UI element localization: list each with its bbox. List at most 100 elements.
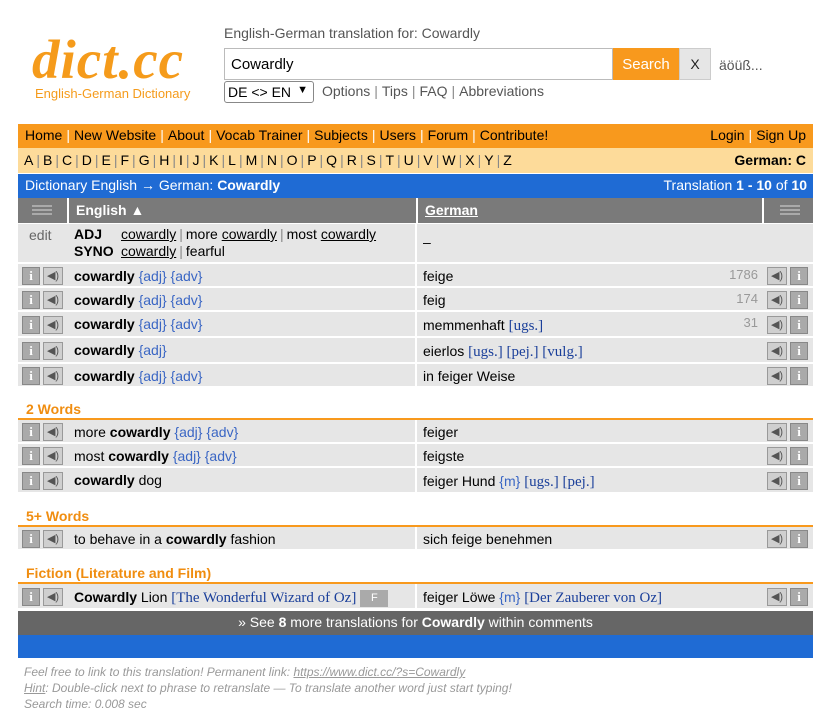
speaker-icon[interactable]: ◀) [43,316,63,334]
hint-link[interactable]: Hint [24,681,45,695]
options-link[interactable]: Options [322,83,370,99]
search-button[interactable]: Search [613,48,679,80]
speaker-icon[interactable]: ◀) [767,316,787,334]
speaker-icon[interactable]: ◀) [43,423,63,441]
info-icon[interactable]: i [790,588,808,606]
letter-link-x[interactable]: X [465,152,474,168]
letter-link-c[interactable]: C [62,152,72,168]
speaker-icon[interactable]: ◀) [767,472,787,490]
info-icon[interactable]: i [22,588,40,606]
info-icon[interactable]: i [22,267,40,285]
speaker-icon[interactable]: ◀) [43,447,63,465]
letter-link-p[interactable]: P [307,152,316,168]
letter-link-y[interactable]: Y [484,152,493,168]
adj-more-word[interactable]: cowardly [222,226,277,242]
adj-most-word[interactable]: cowardly [321,226,376,242]
speaker-icon[interactable]: ◀) [767,267,787,285]
letter-link-a[interactable]: A [24,152,33,168]
abbreviations-link[interactable]: Abbreviations [459,83,544,99]
tips-link[interactable]: Tips [382,83,408,99]
letter-link-u[interactable]: U [404,152,414,168]
speaker-icon[interactable]: ◀) [767,447,787,465]
info-icon[interactable]: i [790,472,808,490]
syno-link-2[interactable]: fearful [186,243,225,259]
column-english[interactable]: English ▲ [67,198,415,223]
nav-about[interactable]: About [168,127,205,143]
table-row[interactable]: i ◀) most cowardly {adj} {adv} feigste ◀… [18,444,813,468]
table-row[interactable]: i ◀) more cowardly {adj} {adv} feiger ◀)… [18,420,813,444]
letter-link-b[interactable]: B [43,152,52,168]
letter-link-l[interactable]: L [228,152,236,168]
nav-sign-up[interactable]: Sign Up [756,127,806,143]
nav-subjects[interactable]: Subjects [314,127,368,143]
info-icon[interactable]: i [790,291,808,309]
menu-icon[interactable] [766,198,813,223]
table-row[interactable]: i ◀) cowardly {adj} {adv} memmenhaft [ug… [18,312,813,338]
speaker-icon[interactable]: ◀) [43,367,63,385]
speaker-icon[interactable]: ◀) [767,588,787,606]
info-icon[interactable]: i [22,367,40,385]
adj-link[interactable]: cowardly [121,226,176,242]
info-icon[interactable]: i [22,316,40,334]
letter-link-g[interactable]: G [139,152,150,168]
letter-link-h[interactable]: H [159,152,169,168]
info-icon[interactable]: i [22,530,40,548]
info-icon[interactable]: i [790,316,808,334]
info-icon[interactable]: i [790,447,808,465]
letter-link-v[interactable]: V [423,152,432,168]
letter-link-m[interactable]: M [246,152,258,168]
info-icon[interactable]: i [790,530,808,548]
speaker-icon[interactable]: ◀) [43,530,63,548]
faq-link[interactable]: FAQ [419,83,447,99]
column-german[interactable]: German [416,198,764,223]
table-row[interactable]: i ◀) cowardly {adj} {adv} in feiger Weis… [18,364,813,388]
info-icon[interactable]: i [22,423,40,441]
letter-link-s[interactable]: S [366,152,375,168]
table-row[interactable]: i ◀) cowardly {adj} eierlos [ugs.] [pej.… [18,338,813,364]
info-icon[interactable]: i [790,367,808,385]
letter-link-r[interactable]: R [347,152,357,168]
edit-link[interactable]: edit [29,227,52,243]
info-icon[interactable]: i [22,342,40,360]
nav-home[interactable]: Home [25,127,62,143]
info-icon[interactable]: i [790,423,808,441]
special-chars-link[interactable]: äöüß... [719,57,763,73]
nav-vocab-trainer[interactable]: Vocab Trainer [216,127,302,143]
nav-new-website[interactable]: New Website [74,127,156,143]
adj-more[interactable]: more cowardly [186,226,277,242]
letter-link-q[interactable]: Q [326,152,337,168]
letter-link-w[interactable]: W [442,152,455,168]
table-row[interactable]: i ◀) Cowardly Lion [The Wonderful Wizard… [18,584,813,610]
speaker-icon[interactable]: ◀) [767,530,787,548]
table-row[interactable]: i ◀) cowardly {adj} {adv} feig 174 ◀) i [18,288,813,312]
nav-contribute[interactable]: Contribute! [480,127,548,143]
info-icon[interactable]: i [790,342,808,360]
table-row[interactable]: i ◀) to behave in a cowardly fashion sic… [18,527,813,551]
letter-link-k[interactable]: K [209,152,218,168]
adj-most[interactable]: most cowardly [287,226,376,242]
speaker-icon[interactable]: ◀) [43,342,63,360]
table-row[interactable]: i ◀) cowardly dog feiger Hund {m} [ugs.]… [18,468,813,494]
letter-link-j[interactable]: J [193,152,200,168]
speaker-icon[interactable]: ◀) [43,267,63,285]
clear-button[interactable]: X [679,48,711,80]
speaker-icon[interactable]: ◀) [767,291,787,309]
permalink[interactable]: https://www.dict.cc/?s=Cowardly [293,665,465,679]
letter-link-n[interactable]: N [267,152,277,168]
info-icon[interactable]: i [22,291,40,309]
search-input[interactable] [224,48,613,80]
letter-link-t[interactable]: T [385,152,394,168]
letter-link-z[interactable]: Z [503,152,512,168]
letter-link-d[interactable]: D [82,152,92,168]
info-icon[interactable]: i [22,472,40,490]
speaker-icon[interactable]: ◀) [43,472,63,490]
logo[interactable]: dict.cc [32,30,184,90]
speaker-icon[interactable]: ◀) [767,367,787,385]
speaker-icon[interactable]: ◀) [43,588,63,606]
letter-link-f[interactable]: F [120,152,129,168]
speaker-icon[interactable]: ◀) [767,342,787,360]
nav-users[interactable]: Users [379,127,416,143]
more-translations-link[interactable]: » See 8 more translations for Cowardly w… [18,611,813,635]
speaker-icon[interactable]: ◀) [43,291,63,309]
info-icon[interactable]: i [22,447,40,465]
